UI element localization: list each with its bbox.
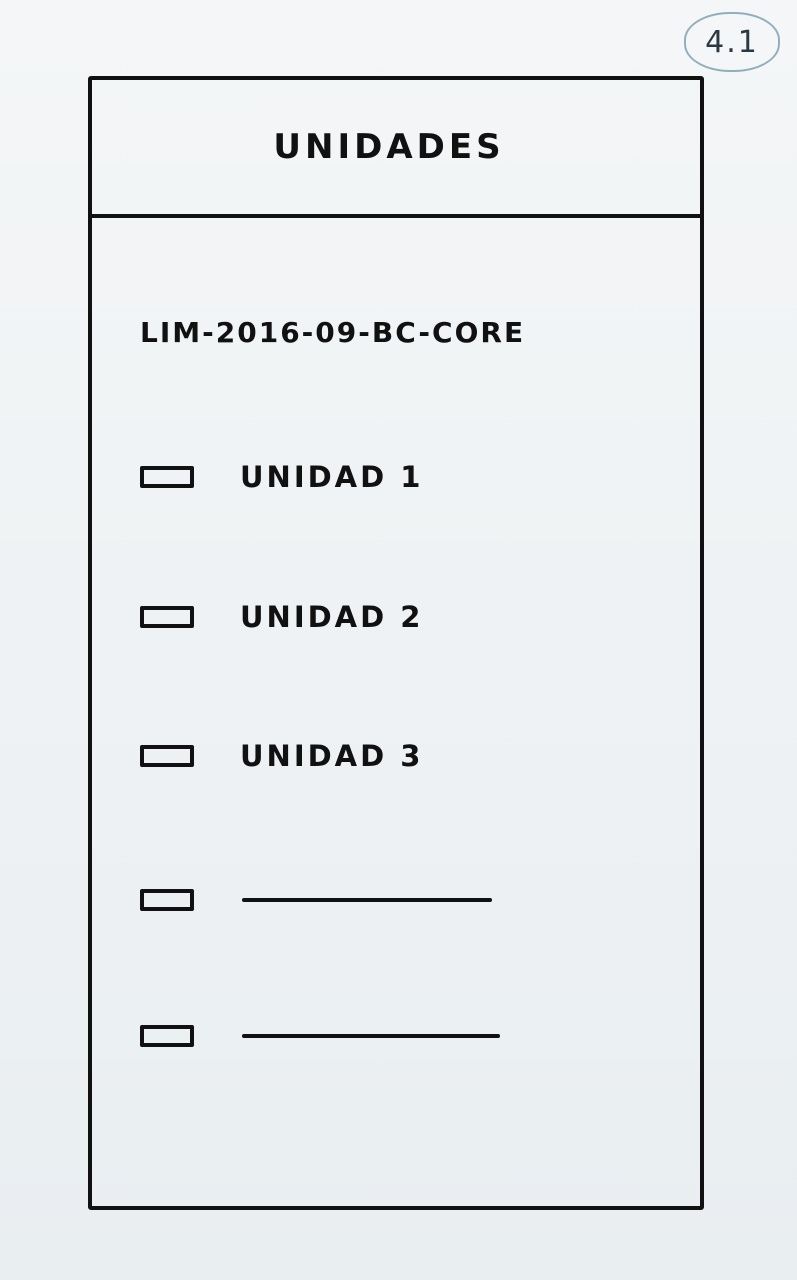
- unit-label: UNIDAD 1: [240, 460, 424, 494]
- list-item-unit-3[interactable]: UNIDAD 3: [140, 736, 600, 776]
- placeholder-text-line: [242, 898, 492, 902]
- checkbox[interactable]: [140, 1025, 194, 1047]
- list-item-placeholder[interactable]: [140, 1016, 600, 1056]
- placeholder-text-line: [242, 1034, 500, 1038]
- checkbox[interactable]: [140, 466, 194, 488]
- phone-screen: UNIDADES LIM-2016-09-BC-CORE UNIDAD 1 UN…: [88, 76, 704, 1210]
- checkbox[interactable]: [140, 745, 194, 767]
- list-item-unit-2[interactable]: UNIDAD 2: [140, 597, 600, 637]
- page-number-badge: 4.1: [684, 12, 780, 72]
- app-header: UNIDADES: [92, 80, 700, 218]
- page-title: UNIDADES: [273, 127, 505, 167]
- list-item-unit-1[interactable]: UNIDAD 1: [140, 457, 600, 497]
- list-item-placeholder[interactable]: [140, 880, 600, 920]
- page-number-text: 4.1: [705, 24, 759, 60]
- course-code: LIM-2016-09-BC-CORE: [140, 316, 526, 349]
- unit-label: UNIDAD 2: [240, 600, 424, 634]
- checkbox[interactable]: [140, 606, 194, 628]
- unit-label: UNIDAD 3: [240, 739, 424, 773]
- checkbox[interactable]: [140, 889, 194, 911]
